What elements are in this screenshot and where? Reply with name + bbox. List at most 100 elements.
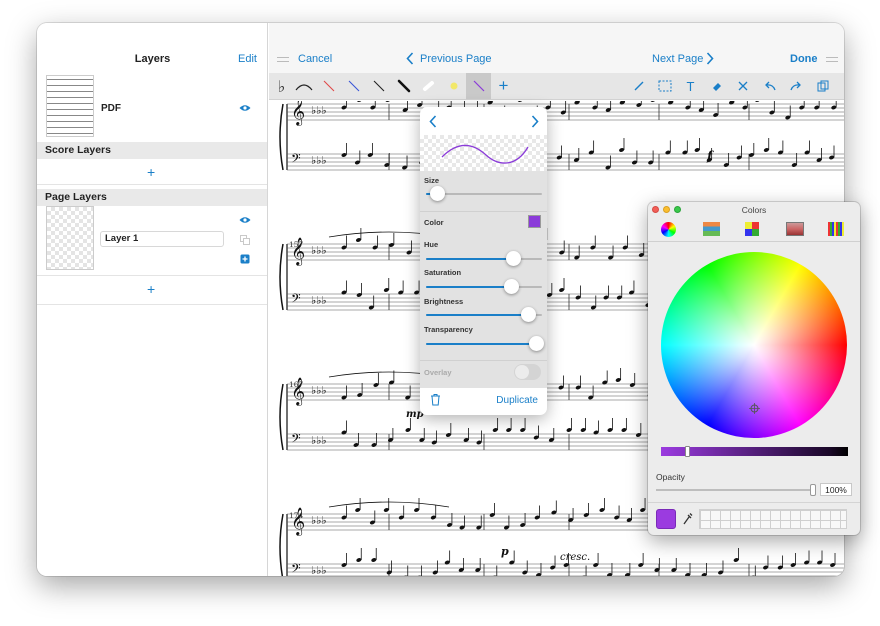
size-label: Size — [424, 176, 440, 185]
svg-text:♭♭♭: ♭♭♭ — [311, 154, 327, 167]
colors-title: Colors — [741, 205, 767, 215]
brightness-label: Brightness — [424, 297, 464, 306]
duplicate-button[interactable]: Duplicate — [496, 395, 538, 406]
score-layers-header: Score Layers — [37, 142, 267, 159]
svg-text:♭♭♭: ♭♭♭ — [311, 384, 327, 397]
chevron-left-icon[interactable] — [406, 52, 414, 65]
trash-icon[interactable] — [430, 393, 441, 406]
slur-icon[interactable] — [291, 73, 316, 99]
layers-sidebar: Layers Edit PDF Score Layers + Page Laye… — [37, 23, 268, 576]
previous-page-button[interactable]: Previous Page — [420, 53, 492, 65]
add-tool-icon[interactable]: + — [491, 73, 516, 99]
eyedropper-icon[interactable] — [682, 512, 693, 526]
color-sliders-tab-icon[interactable] — [703, 222, 720, 236]
brightness-bar[interactable] — [661, 446, 848, 457]
overlay-toggle[interactable] — [514, 364, 541, 380]
redo-icon[interactable] — [783, 73, 808, 99]
delete-icon[interactable] — [730, 73, 755, 99]
dynamic-marking: f — [707, 149, 713, 163]
svg-text:♭♭♭: ♭♭♭ — [311, 244, 327, 257]
pencils-tab-icon[interactable] — [828, 222, 844, 236]
dynamic-marking: cresc. — [560, 552, 591, 563]
svg-text:𝄢: 𝄢 — [291, 561, 301, 576]
color-palettes-tab-icon[interactable] — [745, 222, 759, 236]
drag-handle-icon[interactable] — [277, 57, 289, 62]
yellow-highlighter-icon[interactable] — [441, 73, 466, 99]
top-bar: Cancel Previous Page Next Page Done — [269, 23, 844, 73]
pencil-icon[interactable] — [626, 73, 651, 99]
drag-handle-icon[interactable] — [826, 57, 838, 62]
svg-text:♭♭♭: ♭♭♭ — [311, 514, 327, 527]
svg-text:𝄞: 𝄞 — [291, 101, 305, 126]
eraser-icon[interactable] — [704, 73, 729, 99]
purple-pen-icon[interactable] — [466, 73, 491, 99]
black-thick-line-icon[interactable] — [391, 73, 416, 99]
svg-text:♭♭♭: ♭♭♭ — [311, 434, 327, 447]
hue-slider-knob[interactable] — [505, 251, 521, 266]
add-layer-icon[interactable] — [240, 254, 250, 264]
add-page-layer-button[interactable]: + — [147, 281, 155, 297]
svg-text:𝄢: 𝄢 — [291, 151, 301, 169]
transparency-slider[interactable] — [426, 336, 544, 351]
chevron-left-icon[interactable] — [429, 115, 437, 128]
hue-slider[interactable] — [426, 251, 542, 266]
image-palettes-tab-icon[interactable] — [786, 222, 804, 236]
dynamic-marking: p — [501, 545, 509, 558]
chevron-right-icon[interactable] — [531, 115, 539, 128]
pdf-layer-label: PDF — [101, 103, 121, 114]
saturation-slider-knob[interactable] — [504, 279, 520, 294]
layer-name-field[interactable]: Layer 1 — [100, 231, 224, 247]
size-slider[interactable] — [426, 186, 542, 201]
page-layers-header: Page Layers — [37, 189, 267, 206]
svg-text:♭♭♭: ♭♭♭ — [311, 294, 327, 307]
colors-panel: Colors Opacity 100% — [648, 202, 860, 535]
transparency-slider-knob[interactable] — [528, 336, 544, 351]
cancel-button[interactable]: Cancel — [298, 53, 332, 65]
overlay-label: Overlay — [424, 368, 452, 377]
opacity-slider[interactable] — [656, 484, 816, 496]
copy-icon[interactable] — [240, 235, 250, 245]
black-thin-line-icon[interactable] — [366, 73, 391, 99]
measure-number: 167 — [289, 380, 304, 389]
undo-icon[interactable] — [757, 73, 782, 99]
done-button[interactable]: Done — [790, 53, 818, 65]
rect-select-icon[interactable] — [652, 73, 677, 99]
layers-icon[interactable] — [810, 73, 835, 99]
saturation-slider[interactable] — [426, 279, 542, 294]
measure-number: 174 — [289, 511, 304, 520]
crosshair-icon[interactable] — [749, 403, 760, 414]
brush-controls: Size Color Hue Saturation Brightness Tra… — [420, 171, 547, 388]
saturation-label: Saturation — [424, 268, 462, 277]
svg-text:𝄢: 𝄢 — [291, 291, 301, 309]
brightness-slider[interactable] — [426, 307, 542, 322]
brush-preview — [420, 135, 547, 171]
edit-button[interactable]: Edit — [238, 53, 257, 65]
opacity-field[interactable]: 100% — [820, 483, 852, 496]
blue-line-icon[interactable] — [341, 73, 366, 99]
eye-icon[interactable] — [239, 216, 251, 224]
svg-text:♭♭♭: ♭♭♭ — [311, 104, 327, 117]
brightness-slider-knob[interactable] — [520, 307, 536, 322]
next-page-button[interactable]: Next Page — [652, 53, 703, 65]
divider — [37, 184, 267, 185]
measure-number: 157 — [289, 240, 304, 249]
text-icon[interactable]: T — [678, 73, 703, 99]
eye-icon[interactable] — [239, 104, 251, 112]
svg-text:♭♭♭: ♭♭♭ — [311, 564, 327, 576]
pdf-thumbnail[interactable] — [46, 75, 94, 137]
size-slider-knob[interactable] — [430, 186, 446, 201]
chevron-right-icon[interactable] — [706, 52, 714, 65]
custom-color-swatches[interactable] — [699, 509, 847, 529]
svg-text:𝄢: 𝄢 — [291, 431, 301, 449]
white-brush-icon[interactable] — [416, 73, 441, 99]
color-label: Color — [424, 218, 444, 227]
color-swatch[interactable] — [528, 215, 541, 228]
color-wheel-tab-icon[interactable] — [661, 222, 676, 237]
opacity-label: Opacity — [656, 472, 685, 482]
hue-label: Hue — [424, 240, 439, 249]
add-score-layer-button[interactable]: + — [147, 164, 155, 180]
red-line-icon[interactable] — [316, 73, 341, 99]
layer-thumbnail[interactable] — [46, 206, 94, 270]
brush-settings-popover: Size Color Hue Saturation Brightness Tra… — [420, 107, 547, 415]
current-color-well[interactable] — [656, 509, 676, 529]
